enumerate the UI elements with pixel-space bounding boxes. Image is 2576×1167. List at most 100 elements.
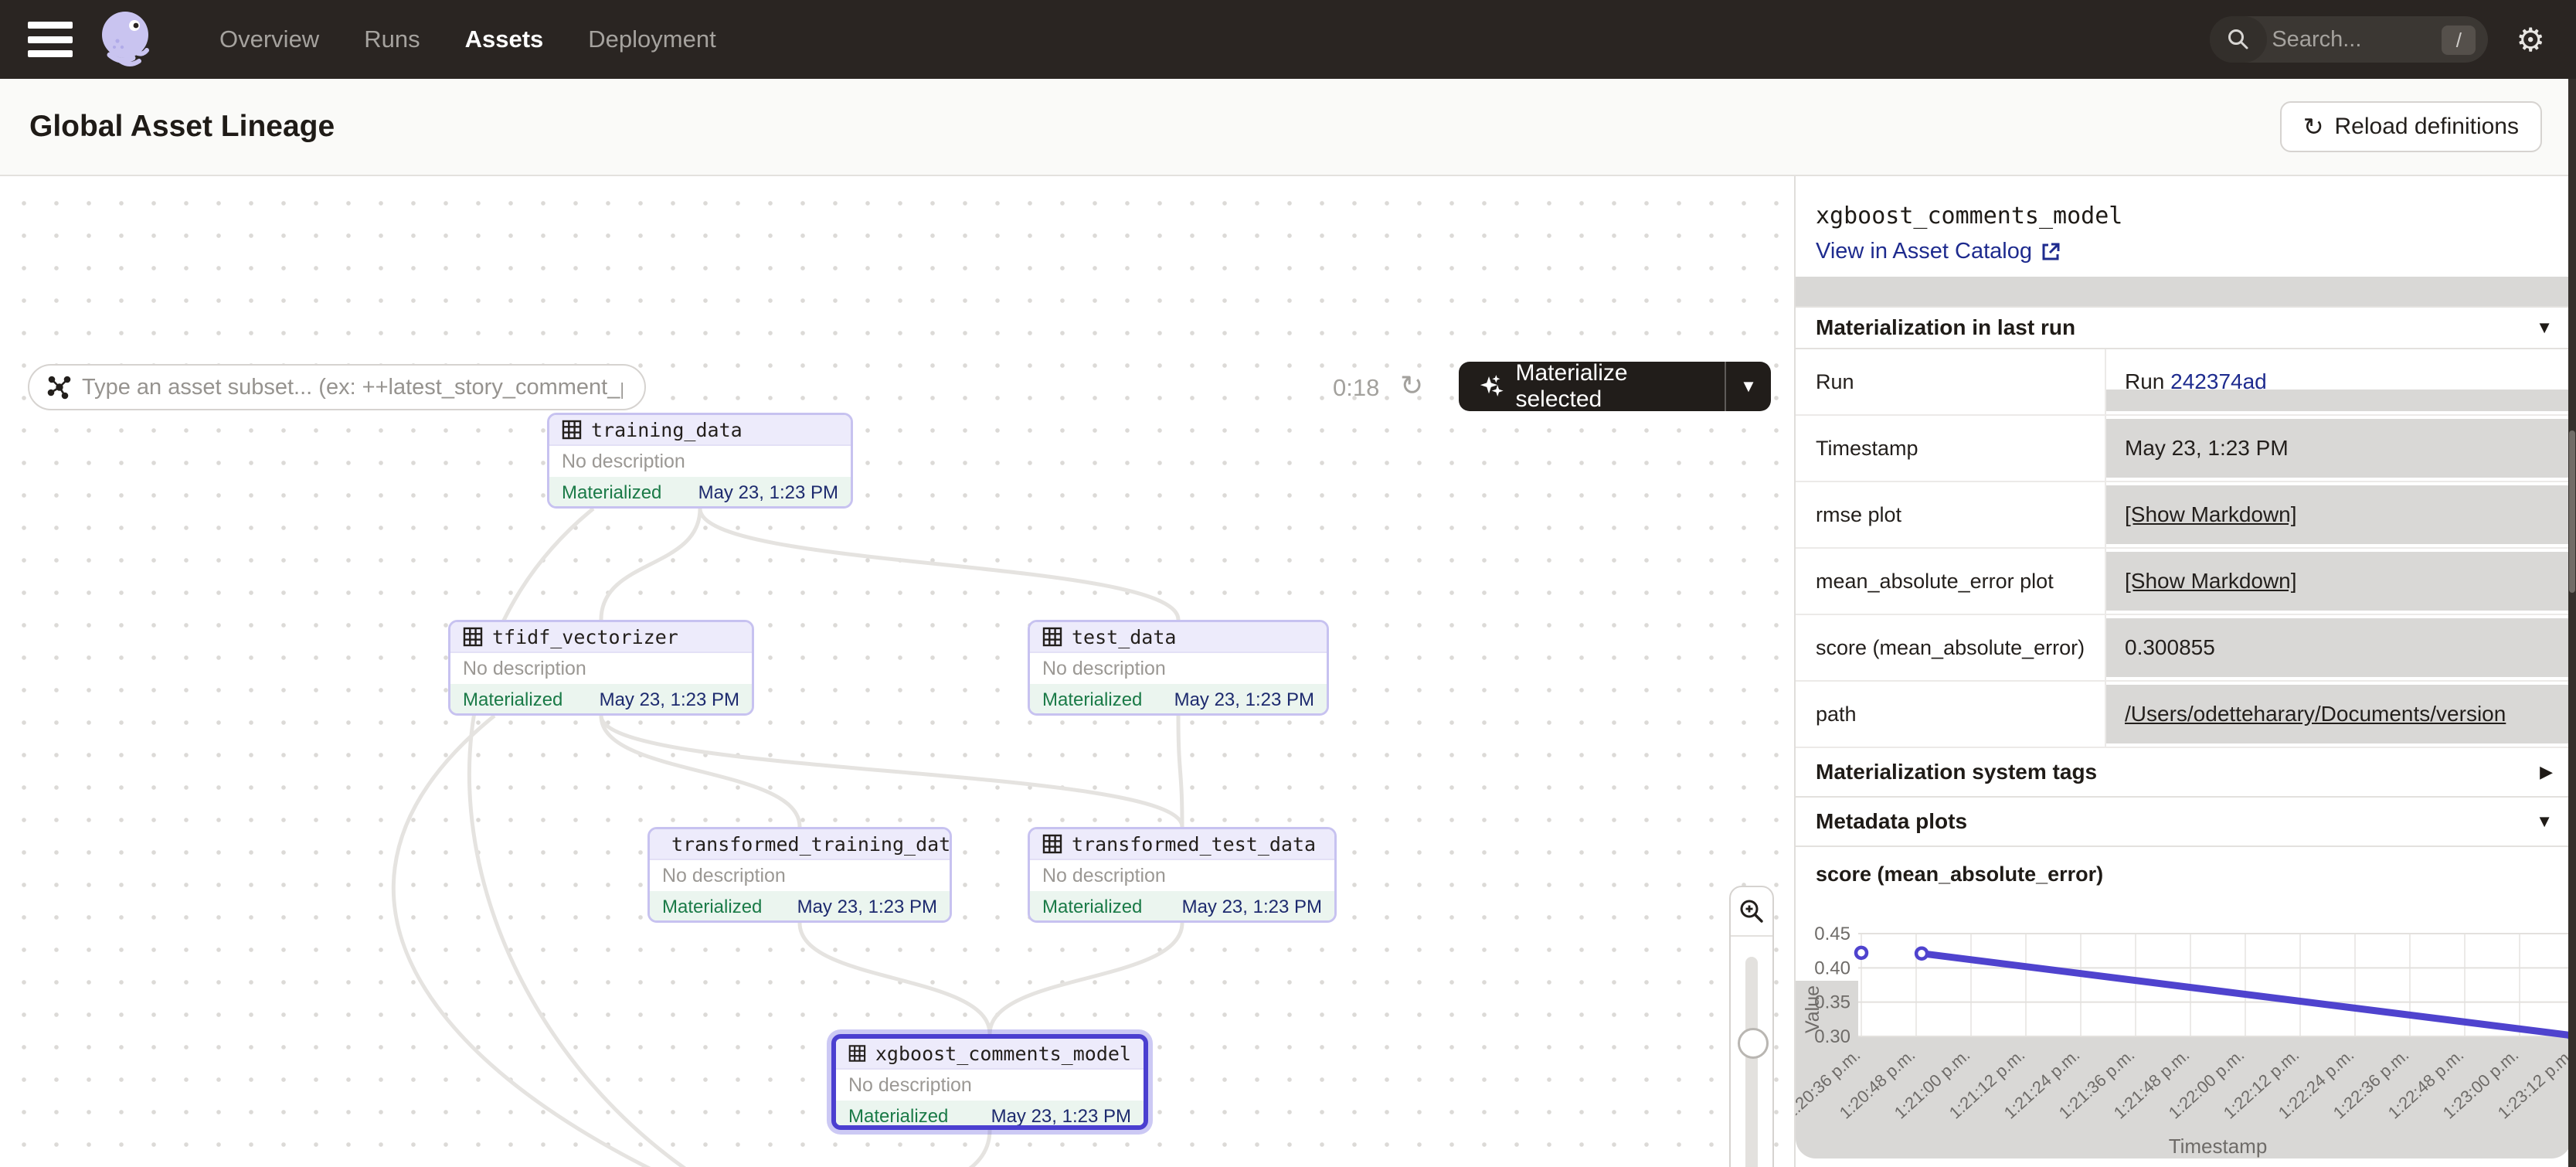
asset-name-title: xgboost_comments_model xyxy=(1816,202,2576,230)
page-scrollbar[interactable] xyxy=(2568,79,2576,1167)
x-axis-title: Timestamp xyxy=(2169,1135,2268,1158)
asset-node-name: transformed_test_data xyxy=(1072,833,1316,856)
metadata-value-link[interactable]: [Show Markdown] xyxy=(2125,569,2297,594)
asset-node-xgboost_comments_model[interactable]: xgboost_comments_model No description Ma… xyxy=(831,1034,1148,1130)
metadata-table: Run Run 242374adTimestampMay 23, 1:23 PM… xyxy=(1796,349,2576,748)
asset-timestamp[interactable]: May 23, 1:23 PM xyxy=(1174,689,1314,711)
asset-node-training_data[interactable]: training_data No description Materialize… xyxy=(547,413,853,509)
asset-node-transformed_training_data[interactable]: transformed_training_data No description… xyxy=(647,827,952,923)
nav-item-deployment[interactable]: Deployment xyxy=(588,26,715,53)
edge-tfidf_vectorizer-to-transformed_test_data xyxy=(601,716,1182,827)
metadata-label: rmse plot xyxy=(1796,482,2105,547)
metadata-value-link[interactable]: [Show Markdown] xyxy=(2125,502,2297,527)
nav-item-runs[interactable]: Runs xyxy=(364,26,420,53)
table-icon xyxy=(562,420,582,440)
chevron-down-icon: ▼ xyxy=(2536,811,2553,832)
asset-node-transformed_test_data[interactable]: transformed_test_data No description Mat… xyxy=(1028,827,1337,923)
metadata-value[interactable]: [Show Markdown] xyxy=(2105,549,2576,614)
asset-node-name: xgboost_comments_model xyxy=(875,1043,1131,1065)
nav-item-overview[interactable]: Overview xyxy=(219,26,319,53)
asset-subset-filter[interactable] xyxy=(28,364,646,410)
refresh-timer: 0:18 xyxy=(1333,374,1379,402)
lineage-graph-panel: 0:18 ↻ Materialize selected ▼ xyxy=(0,176,1794,1167)
nav-links: Overview Runs Assets Deployment xyxy=(219,26,716,53)
materialize-selected-button[interactable]: Materialize selected ▼ xyxy=(1459,362,1771,411)
asset-timestamp[interactable]: May 23, 1:23 PM xyxy=(600,689,739,711)
metadata-row-score-mean-absolute-error-: score (mean_absolute_error)0.300855 xyxy=(1796,615,2576,682)
asset-status: Materialized xyxy=(1042,897,1142,918)
section-metadata-plots[interactable]: Metadata plots ▼ xyxy=(1796,798,2576,847)
edge-training_data-to-test_data xyxy=(700,509,1178,620)
asset-node-description: No description xyxy=(650,860,950,891)
edge-tfidf_vectorizer-to-latest_…_comment_predictions xyxy=(393,716,831,1167)
zoom-slider[interactable] xyxy=(1731,935,1772,1167)
run-id-link[interactable]: 242374ad xyxy=(2170,369,2267,393)
materialize-dropdown-caret[interactable]: ▼ xyxy=(1726,376,1771,396)
scrollbar-thumb[interactable] xyxy=(2569,430,2575,593)
search-input[interactable] xyxy=(2272,27,2418,53)
settings-gear-icon[interactable]: ⚙ xyxy=(2516,21,2545,59)
asset-node-footer: Materialized May 23, 1:23 PM xyxy=(836,1101,1144,1130)
asset-node-description: No description xyxy=(549,446,851,477)
dagster-logo[interactable] xyxy=(94,7,159,72)
table-icon xyxy=(848,1043,866,1063)
edge-transformed_test_data-to-xgboost_comments_model xyxy=(990,923,1182,1034)
asset-status: Materialized xyxy=(463,689,562,711)
asset-timestamp[interactable]: May 23, 1:23 PM xyxy=(1182,897,1322,918)
asset-node-tfidf_vectorizer[interactable]: tfidf_vectorizer No description Material… xyxy=(448,620,754,716)
metadata-row-timestamp: TimestampMay 23, 1:23 PM xyxy=(1796,416,2576,482)
metadata-label: mean_absolute_error plot xyxy=(1796,549,2105,614)
sparkle-icon xyxy=(1479,373,1505,400)
data-point[interactable] xyxy=(1916,948,1927,959)
app-root: Overview Runs Assets Deployment / ⚙ Glob… xyxy=(0,0,2576,1167)
zoom-in-button[interactable] xyxy=(1731,887,1772,935)
asset-status: Materialized xyxy=(562,482,661,504)
metadata-row-mean-absolute-error-plot: mean_absolute_error plot [Show Markdown] xyxy=(1796,549,2576,615)
asset-node-footer: Materialized May 23, 1:23 PM xyxy=(549,477,851,509)
metadata-value[interactable]: Run 242374ad xyxy=(2105,349,2576,414)
reload-definitions-button[interactable]: ↻ Reload definitions xyxy=(2280,101,2542,152)
metadata-label: Timestamp xyxy=(1796,416,2105,481)
zoom-controls xyxy=(1729,886,1774,1167)
section-materialization-system-tags[interactable]: Materialization system tags ▶ xyxy=(1796,748,2576,798)
metadata-row-path: path/Users/odetteharary/Documents/versio… xyxy=(1796,682,2576,748)
asset-detail-panel: xgboost_comments_model View in Asset Cat… xyxy=(1794,176,2576,1167)
section-materialization-in-last-run[interactable]: Materialization in last run ▼ xyxy=(1796,306,2576,349)
external-link-icon xyxy=(2040,241,2061,263)
refresh-graph-icon[interactable]: ↻ xyxy=(1400,369,1423,402)
materialize-main[interactable]: Materialize selected xyxy=(1459,360,1725,413)
asset-node-header: transformed_training_data xyxy=(650,829,950,860)
asset-node-header: tfidf_vectorizer xyxy=(450,622,752,653)
view-in-asset-catalog-link[interactable]: View in Asset Catalog xyxy=(1816,239,2061,264)
asset-node-description: No description xyxy=(1030,860,1334,891)
metadata-value[interactable]: /Users/odetteharary/Documents/version xyxy=(2105,682,2576,747)
asset-node-description: No description xyxy=(1030,653,1327,684)
page-header: Global Asset Lineage ↻ Reload definition… xyxy=(0,79,2576,176)
y-tick-label: 0.40 xyxy=(1814,958,1850,978)
asset-node-footer: Materialized May 23, 1:23 PM xyxy=(450,684,752,716)
materialize-label: Materialize selected xyxy=(1516,360,1707,413)
metadata-value-link[interactable]: /Users/odetteharary/Documents/version xyxy=(2125,702,2506,726)
nav-right: / ⚙ xyxy=(2210,16,2576,63)
asset-timestamp[interactable]: May 23, 1:23 PM xyxy=(991,1106,1131,1128)
data-point[interactable] xyxy=(1856,948,1867,958)
asset-node-header: training_data xyxy=(549,415,851,446)
table-icon xyxy=(1042,834,1062,854)
global-search[interactable]: / xyxy=(2210,16,2488,63)
asset-node-test_data[interactable]: test_data No description Materialized Ma… xyxy=(1028,620,1329,716)
asset-subset-input[interactable] xyxy=(82,375,623,400)
asset-node-header: transformed_test_data xyxy=(1030,829,1334,860)
metadata-row-rmse-plot: rmse plot [Show Markdown] xyxy=(1796,482,2576,549)
page-title: Global Asset Lineage xyxy=(29,110,335,144)
selection-band xyxy=(1796,277,2576,306)
asset-timestamp[interactable]: May 23, 1:23 PM xyxy=(698,482,838,504)
nav-item-assets[interactable]: Assets xyxy=(465,26,544,53)
hamburger-menu-icon[interactable] xyxy=(28,22,73,57)
zoom-slider-handle[interactable] xyxy=(1738,1028,1769,1059)
metadata-label: path xyxy=(1796,682,2105,747)
metadata-value: 0.300855 xyxy=(2105,615,2576,680)
metadata-value[interactable]: [Show Markdown] xyxy=(2105,482,2576,547)
asset-timestamp[interactable]: May 23, 1:23 PM xyxy=(797,897,937,918)
reload-icon: ↻ xyxy=(2303,112,2324,141)
metadata-row-run: Run Run 242374ad xyxy=(1796,349,2576,416)
